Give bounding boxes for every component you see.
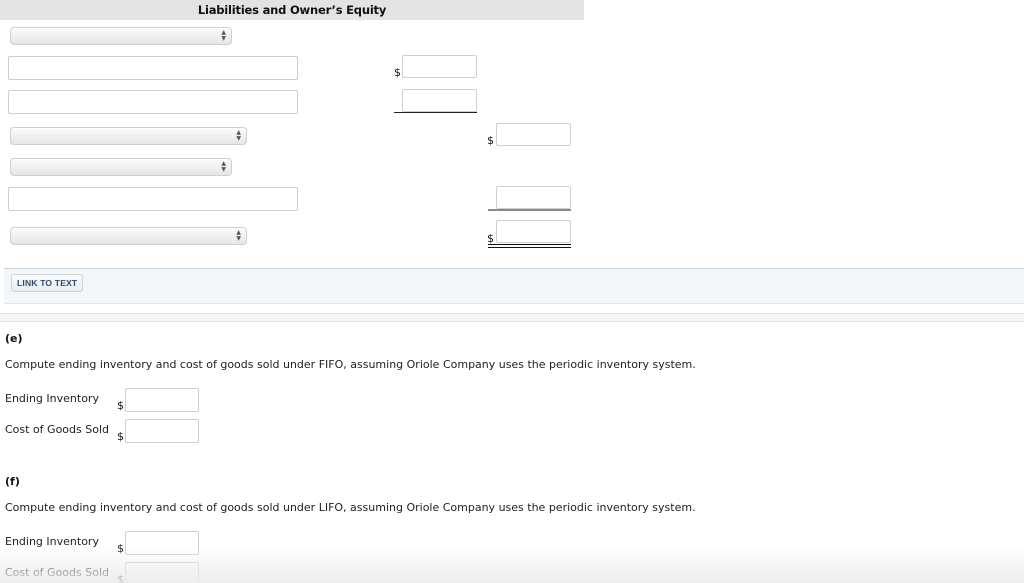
liability-total-label-select[interactable]: ▲ ▼ [10, 127, 247, 145]
equity-underline [488, 209, 571, 211]
part-e-ending-inventory-label: Ending Inventory [5, 392, 99, 405]
liability-item-input-2[interactable] [8, 90, 298, 114]
grand-total-double-underline [488, 244, 571, 248]
select-arrows-icon: ▲ ▼ [221, 29, 226, 42]
total-liabilities-equity-select[interactable]: ▲ ▼ [10, 227, 247, 245]
liability-total-input[interactable] [496, 123, 571, 146]
select-arrows-icon: ▲ ▼ [221, 160, 226, 173]
liability-item-input-1[interactable] [8, 56, 298, 80]
section-divider [0, 313, 1024, 322]
link-to-text-panel: LINK TO TEXT [4, 268, 1024, 304]
select-arrows-icon: ▲ ▼ [236, 229, 241, 242]
link-to-text-button[interactable]: LINK TO TEXT [11, 274, 84, 292]
currency-symbol: $ [117, 573, 124, 583]
part-f-label: (f) [5, 475, 20, 488]
currency-symbol: $ [117, 542, 124, 555]
part-f-ending-inventory-input[interactable] [125, 531, 199, 555]
select-arrows-icon: ▲ ▼ [236, 129, 241, 142]
currency-symbol: $ [117, 399, 124, 412]
liability-amount-input-2[interactable] [402, 89, 477, 112]
part-f-ending-inventory-label: Ending Inventory [5, 535, 99, 548]
liability-account-select-1[interactable]: ▲ ▼ [10, 27, 232, 45]
part-e-cogs-label: Cost of Goods Sold [5, 423, 109, 436]
part-e-cogs-input[interactable] [125, 419, 199, 443]
currency-symbol: $ [394, 66, 401, 79]
part-e-ending-inventory-input[interactable] [125, 388, 199, 412]
section-header-liabilities-equity: Liabilities and Owner’s Equity [0, 0, 584, 20]
subtotal-underline [394, 112, 477, 113]
equity-item-input[interactable] [8, 187, 298, 211]
equity-account-select[interactable]: ▲ ▼ [10, 158, 232, 176]
part-f-cogs-label: Cost of Goods Sold [5, 566, 109, 579]
liability-amount-input-1[interactable] [402, 55, 477, 78]
currency-symbol: $ [117, 430, 124, 443]
currency-symbol: $ [487, 134, 494, 147]
part-f-cogs-input[interactable] [125, 562, 199, 583]
grand-total-input[interactable] [496, 220, 571, 243]
part-f-question: Compute ending inventory and cost of goo… [5, 501, 696, 514]
part-e-question: Compute ending inventory and cost of goo… [5, 358, 696, 371]
equity-amount-input[interactable] [496, 186, 571, 209]
part-e-label: (e) [5, 332, 23, 345]
